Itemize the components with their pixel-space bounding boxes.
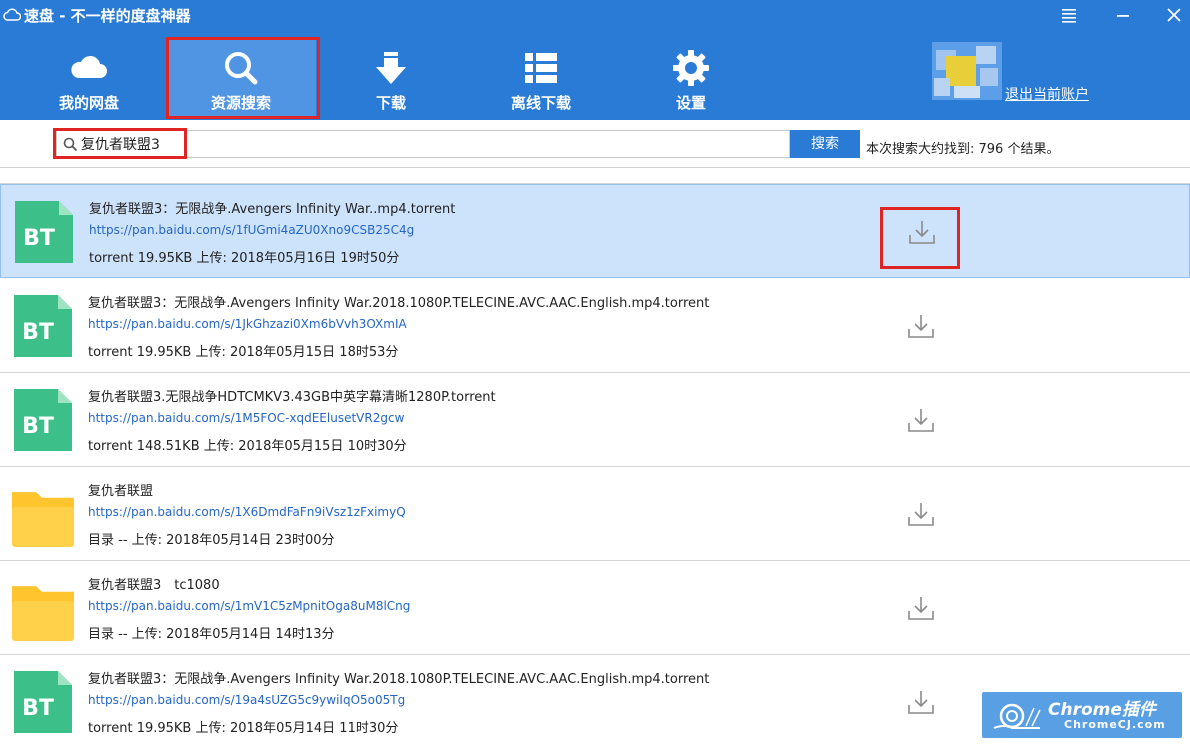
header: 速盘 - 不一样的度盘神器 我的网盘 资源搜索 下载 离线下载 设置 退出当前账… (0, 0, 1190, 120)
file-link[interactable]: https://pan.baidu.com/s/1X6DmdFaFn9iVsz1… (88, 505, 406, 519)
nav-offline-download[interactable]: 离线下载 (466, 38, 616, 118)
menu-icon[interactable] (1058, 4, 1080, 26)
file-meta: torrent 19.95KB 上传: 2018年05月15日 18时53分 (88, 345, 399, 360)
bt-file-icon: BT (14, 295, 72, 357)
file-link[interactable]: https://pan.baidu.com/s/1JkGhzazi0Xm6bVv… (88, 317, 407, 331)
highlight-box (166, 37, 320, 119)
bt-file-icon: BT (14, 389, 72, 451)
snail-logo-icon (993, 703, 1041, 729)
watermark-subtitle: ChromeCJ.com (1064, 718, 1166, 731)
file-meta: torrent 19.95KB 上传: 2018年05月14日 11时30分 (88, 721, 399, 736)
download-icon[interactable] (906, 313, 936, 341)
download-arrow-icon (376, 52, 406, 84)
file-meta: 目录 -- 上传: 2018年05月14日 14时13分 (88, 627, 335, 642)
file-name: 复仇者联盟3.无限战争HDTCMKV3.43GB中英字幕清晰1280P.torr… (88, 390, 496, 405)
svg-text:BT: BT (22, 414, 54, 439)
app-window: 速盘 - 不一样的度盘神器 我的网盘 资源搜索 下载 离线下载 设置 退出当前账… (0, 0, 1190, 748)
file-meta: torrent 19.95KB 上传: 2018年05月16日 19时50分 (89, 251, 400, 266)
file-name: 复仇者联盟3 tc1080 (88, 578, 220, 593)
list-item[interactable]: BT 复仇者联盟3：无限战争.Avengers Infinity War..mp… (0, 184, 1190, 278)
nav-download[interactable]: 下载 (316, 38, 466, 118)
list-item[interactable]: 复仇者联盟3 tc1080 https://pan.baidu.com/s/1m… (0, 561, 1190, 655)
file-name: 复仇者联盟3：无限战争.Avengers Infinity War..mp4.t… (89, 202, 456, 217)
download-icon[interactable] (906, 407, 936, 435)
file-meta: 目录 -- 上传: 2018年05月14日 23时00分 (88, 533, 335, 548)
nav-settings[interactable]: 设置 (616, 38, 766, 118)
nav-label: 设置 (675, 94, 706, 112)
cloud-icon (71, 55, 107, 78)
list-item[interactable]: BT 复仇者联盟3：无限战争.Avengers Infinity War.201… (0, 279, 1190, 373)
nav-label: 下载 (375, 94, 406, 112)
nav-my-disk[interactable]: 我的网盘 (14, 38, 164, 118)
close-icon[interactable] (1163, 4, 1185, 26)
list-item[interactable]: BT 复仇者联盟3.无限战争HDTCMKV3.43GB中英字幕清晰1280P.t… (0, 373, 1190, 467)
svg-text:BT: BT (23, 226, 55, 251)
highlight-box (53, 128, 187, 159)
bt-file-icon: BT (15, 201, 73, 263)
minimize-icon[interactable] (1112, 4, 1134, 26)
cloud-icon (3, 8, 21, 21)
nav-label: 离线下载 (510, 94, 571, 112)
nav-label: 我的网盘 (58, 94, 119, 112)
list-item[interactable]: 复仇者联盟 https://pan.baidu.com/s/1X6DmdFaFn… (0, 467, 1190, 561)
result-list: BT 复仇者联盟3：无限战争.Avengers Infinity War..mp… (0, 168, 1190, 748)
file-name: 复仇者联盟 (88, 484, 154, 499)
file-link[interactable]: https://pan.baidu.com/s/19a4sUZG5c9ywiIq… (88, 693, 405, 707)
title-bar: 速盘 - 不一样的度盘神器 (0, 0, 1190, 30)
svg-text:BT: BT (22, 320, 54, 345)
result-count: 本次搜索大约找到: 796 个结果。 (866, 142, 1060, 157)
svg-text:BT: BT (22, 696, 54, 721)
file-name: 复仇者联盟3：无限战争.Avengers Infinity War.2018.1… (88, 672, 710, 687)
folder-icon (12, 586, 74, 641)
highlight-box (880, 207, 960, 269)
download-icon[interactable] (906, 689, 936, 717)
logout-link[interactable]: 退出当前账户 (1005, 84, 1089, 104)
watermark-title: Chrome插件 (1048, 700, 1156, 720)
gear-icon (673, 50, 709, 86)
file-link[interactable]: https://pan.baidu.com/s/1mV1C5zMpnitOga8… (88, 599, 410, 613)
file-meta: torrent 148.51KB 上传: 2018年05月15日 10时30分 (88, 439, 407, 454)
file-name: 复仇者联盟3：无限战争.Avengers Infinity War.2018.1… (88, 296, 710, 311)
search-button[interactable]: 搜索 (790, 130, 860, 158)
app-title: 速盘 - 不一样的度盘神器 (24, 7, 191, 25)
download-icon[interactable] (906, 501, 936, 529)
watermark: Chrome插件 ChromeCJ.com (982, 692, 1182, 738)
folder-icon (12, 492, 74, 547)
list-icon (525, 53, 557, 83)
file-link[interactable]: https://pan.baidu.com/s/1fUGmi4aZU0Xno9C… (89, 223, 414, 237)
list-item (0, 168, 1190, 184)
download-icon[interactable] (906, 595, 936, 623)
bt-file-icon: BT (14, 671, 72, 733)
search-bar: 搜索 本次搜索大约找到: 796 个结果。 (0, 120, 1190, 168)
file-link[interactable]: https://pan.baidu.com/s/1M5FOC-xqdEEluse… (88, 411, 404, 425)
avatar[interactable] (932, 42, 1002, 100)
